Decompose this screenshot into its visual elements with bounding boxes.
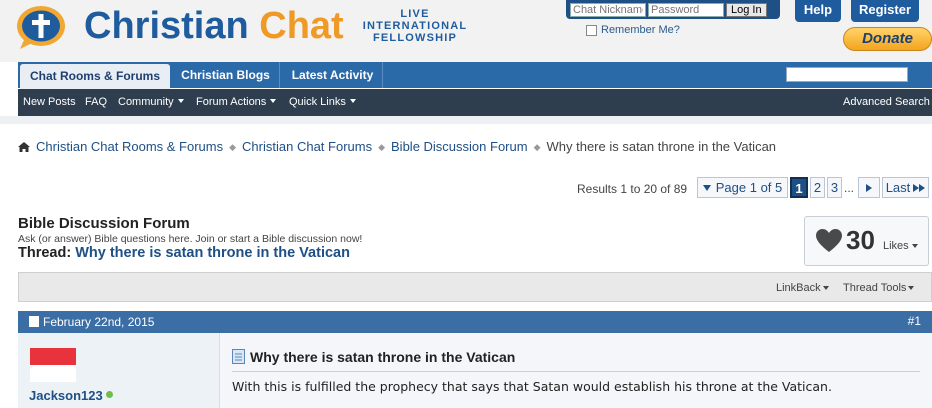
post-date-text: February 22nd, 2015 <box>43 315 155 329</box>
home-icon[interactable] <box>18 142 30 152</box>
remember-me[interactable]: Remember Me? <box>586 24 680 36</box>
login-button[interactable]: Log In <box>726 2 767 17</box>
tab-chat-rooms-forums[interactable]: Chat Rooms & Forums <box>20 64 170 89</box>
tagline-line: LIVE <box>400 8 430 20</box>
thread-prefix: Thread: <box>18 245 72 261</box>
subnav-forum-actions[interactable]: Forum Actions <box>196 96 277 108</box>
site-logo-text[interactable]: Christian Chat <box>84 4 344 48</box>
caret-down-icon <box>702 185 711 191</box>
thread-tools-label: Thread Tools <box>843 282 907 294</box>
breadcrumb-link[interactable]: Christian Chat Rooms & Forums <box>36 139 223 154</box>
breadcrumb-link[interactable]: Christian Chat Forums <box>242 139 372 154</box>
site-tagline: LIVE INTERNATIONAL FELLOWSHIP <box>356 8 474 44</box>
chevron-down-icon <box>911 244 918 248</box>
chevron-down-icon <box>270 99 277 103</box>
chevron-down-icon <box>908 286 915 290</box>
likes-label: Likes <box>883 240 918 252</box>
donate-button[interactable]: Donate <box>843 27 932 51</box>
page-selector[interactable]: Page 1 of 5 <box>697 177 788 198</box>
remember-label: Remember Me? <box>601 24 680 36</box>
chevron-down-icon <box>822 286 829 290</box>
username-link[interactable]: Jackson123 <box>29 388 113 403</box>
thread-title-link[interactable]: Why there is satan throne in the Vatican <box>75 245 350 261</box>
tagline-line: FELLOWSHIP <box>372 32 458 44</box>
last-page-label: Last <box>885 180 911 195</box>
help-button[interactable]: Help <box>795 0 841 22</box>
page-link-current[interactable]: 1 <box>790 177 808 198</box>
linkback-label: LinkBack <box>776 282 821 294</box>
page-ellipsis: ... <box>844 181 855 195</box>
subnav-quick-links[interactable]: Quick Links <box>289 96 356 108</box>
page-link[interactable]: 3 <box>827 177 842 198</box>
remember-checkbox[interactable] <box>586 24 597 36</box>
next-arrow-icon <box>866 184 872 192</box>
thread-toolbar: LinkBack Thread Tools <box>18 272 932 302</box>
post-header: February 22nd, 2015 #1 <box>18 311 932 333</box>
thread-tools-menu[interactable]: Thread Tools <box>843 282 915 294</box>
breadcrumb-current: Why there is satan throne in the Vatican <box>546 139 777 154</box>
next-page-button[interactable] <box>858 177 880 198</box>
post-content: Why there is satan throne in the Vatican… <box>220 333 932 408</box>
heart-icon <box>816 229 842 252</box>
breadcrumb-separator-icon: ◆ <box>533 142 541 152</box>
page-selector-label: Page 1 of 5 <box>715 180 783 195</box>
post-author-panel: Jackson123 <box>18 333 220 408</box>
subnav-community[interactable]: Community <box>118 96 184 108</box>
online-status-icon <box>105 391 113 398</box>
likes-count: 30 <box>846 225 875 255</box>
forum-title: Bible Discussion Forum <box>18 215 190 232</box>
breadcrumb: Christian Chat Rooms & Forums ◆ Christian … <box>18 139 776 154</box>
tab-christian-blogs[interactable]: Christian Blogs <box>172 62 280 88</box>
nickname-input[interactable] <box>570 2 646 17</box>
subnav-new-posts[interactable]: New Posts <box>23 96 76 108</box>
password-input[interactable] <box>648 2 724 17</box>
post-title-text: Why there is satan throne in the Vatican <box>250 349 516 365</box>
likes-label-text: Likes <box>883 240 909 252</box>
post-message: With this is fulfilled the prophecy that… <box>232 379 832 394</box>
breadcrumb-separator-icon: ◆ <box>229 142 237 152</box>
username-text: Jackson123 <box>29 388 103 403</box>
page-link[interactable]: 2 <box>810 177 825 198</box>
subnav-forum-actions-label: Forum Actions <box>196 96 267 108</box>
sub-navbar: New Posts FAQ Community Forum Actions Qu… <box>18 89 932 116</box>
document-icon <box>232 349 245 364</box>
last-page-button[interactable]: Last <box>882 177 929 198</box>
post-date: February 22nd, 2015 <box>29 315 154 329</box>
logo-word-christian: Christian <box>84 5 249 47</box>
results-count: Results 1 to 20 of 89 <box>577 182 688 196</box>
thread-heading: Thread: Why there is satan throne in the… <box>18 245 350 261</box>
subnav-advanced-search[interactable]: Advanced Search <box>843 96 930 108</box>
tagline-line: INTERNATIONAL <box>362 20 468 32</box>
logo-word-chat: Chat <box>259 5 344 47</box>
chevron-down-icon <box>349 99 356 103</box>
login-form: Log In <box>566 0 780 19</box>
tab-latest-activity[interactable]: Latest Activity <box>283 62 383 88</box>
subnav-community-label: Community <box>118 96 174 108</box>
forum-description: Ask (or answer) Bible questions here. Jo… <box>18 233 363 245</box>
chevron-down-icon <box>177 99 184 103</box>
section-divider <box>0 116 932 124</box>
flag-icon <box>30 348 76 382</box>
post-title: Why there is satan throne in the Vatican <box>232 349 515 365</box>
post-title-divider <box>232 371 920 372</box>
breadcrumb-separator-icon: ◆ <box>378 142 386 152</box>
search-input[interactable] <box>786 67 908 82</box>
likes-widget[interactable]: 30 Likes <box>804 216 929 266</box>
breadcrumb-link[interactable]: Bible Discussion Forum <box>391 139 528 154</box>
linkback-menu[interactable]: LinkBack <box>776 282 829 294</box>
post-icon <box>29 316 39 327</box>
subnav-quick-links-label: Quick Links <box>289 96 346 108</box>
double-arrow-icon <box>919 184 926 192</box>
post-number-link[interactable]: #1 <box>908 314 921 328</box>
subnav-faq[interactable]: FAQ <box>85 96 107 108</box>
register-button[interactable]: Register <box>851 0 919 22</box>
logo-icon[interactable] <box>14 4 72 50</box>
